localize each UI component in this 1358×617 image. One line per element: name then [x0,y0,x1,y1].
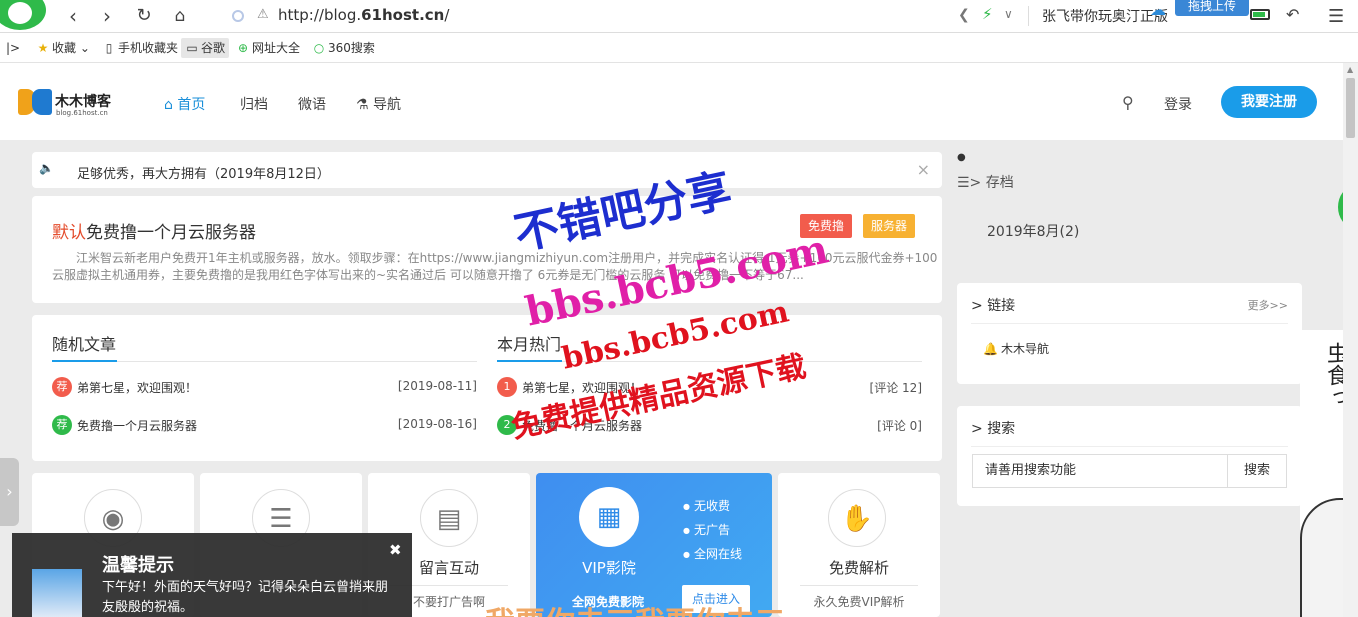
watermark-text: 我要你去三我要你去三 [485,598,785,617]
widget-heading: > 链接 [971,298,1016,314]
bookmarks-bar: |> ★收藏 ⌄ ▯手机收藏夹 ▭谷歌 ⊕网址大全 ○360搜索 A+ ⚲ ▩ … [0,33,1358,89]
list-item[interactable]: 荐 免费撸一个月云服务器 [2019-08-16] [52,400,477,438]
popup-body: 下午好！外面的天气好吗？记得朵朵白云曾捎来朋友殷殷的祝福。 [102,580,389,615]
share-icon[interactable]: ❮ [958,7,970,23]
bookmark-mobile[interactable]: ▯ 手机收藏夹 [102,38,178,58]
bookmark-hao[interactable]: ⊕ 网址大全 [236,38,300,58]
scrollbar[interactable] [1343,63,1358,617]
menu-icon[interactable]: ☰ [1328,6,1344,27]
home-icon[interactable]: ⌂ [169,5,191,27]
post-badge[interactable]: 服务器 [863,214,916,238]
forward-icon[interactable]: › [96,5,118,27]
link-item[interactable]: 🔔 木木导航 [983,340,1049,357]
comment-count: [评论 0] [877,419,922,433]
divider [1028,6,1029,26]
bookmark-search360[interactable]: ○ 360搜索 [312,38,375,58]
search-icon[interactable]: ⚲ [1122,93,1134,112]
post-date: [2019-08-16] [397,417,477,431]
film-icon: ▦ [579,487,639,547]
back-icon[interactable]: ‹ [62,5,84,27]
popup-image [32,569,82,617]
tile-desc: 永久免费VIP解析 [813,595,905,609]
notice-text: 足够优秀，再大方拥有（2019年8月12日） [77,167,330,182]
tile-name: VIP影院 [582,559,636,577]
register-button[interactable]: 我要注册 [1221,86,1317,118]
archive-item[interactable]: 2019年8月(2) [987,221,1079,241]
scrollbar-thumb[interactable] [1346,78,1355,138]
thumbs-up-icon: ✋ [828,489,886,547]
section-heading: 随机文章 [52,331,477,362]
reload-icon[interactable]: ↻ [133,5,155,27]
post-date: [2019-08-11] [397,379,477,393]
post-title[interactable]: 默认免费撸一个月云服务器 [52,218,256,243]
undo-icon[interactable]: ↶ [1286,5,1299,24]
bell-icon: 🔔 [983,342,998,356]
feature-item: 无广告 [683,521,730,538]
nav-home[interactable]: ⌂ 首页 [164,94,205,114]
scroll-up-icon[interactable]: ▲ [1347,65,1353,74]
links-widget: > 链接 更多>> 🔔 木木导航 [957,283,1302,384]
speed-mode-icon[interactable]: ⚡ [982,5,993,23]
feature-item: 无收费 [683,497,730,514]
left-expand-tab[interactable]: › [0,458,19,526]
speaker-icon: 🔈 [39,161,54,175]
close-icon[interactable]: ✖ [389,541,402,559]
site-info-icon[interactable] [232,10,244,22]
bookmark-google[interactable]: ▭ 谷歌 [181,38,230,58]
cloud-icon[interactable]: ☁ [1150,0,1172,20]
post-link[interactable]: 免费撸一个月云服务器 [77,417,197,434]
browser-toolbar: ‹ › ↻ ⌂ ⚠ http://blog.61host.cn/ ❮ ⚡ ∨ 张… [0,0,1358,33]
notice-bar: 🔈 足够优秀，再大方拥有（2019年8月12日） × [32,152,942,188]
rank-badge: 1 [497,377,517,397]
brand-logo-icon[interactable] [18,89,52,115]
search-input[interactable]: 请善用搜索功能 [972,454,1228,488]
bullet: ● [957,152,966,163]
post-lists: 随机文章 荐 弟第七星，欢迎围观！ [2019-08-11] 荐 免费撸一个月云… [32,315,942,461]
comment-count: [评论 12] [869,381,922,395]
document-icon: ▤ [420,489,478,547]
sidebar-toggle-icon[interactable]: |> [6,38,20,58]
search-widget: > 搜索 请善用搜索功能 搜索 [957,406,1302,506]
bookmark-favorites[interactable]: ★ 收藏 ⌄ [36,38,90,58]
browser-logo-icon[interactable] [0,0,46,30]
insecure-icon[interactable]: ⚠ [257,7,269,22]
search-button[interactable]: 搜索 [1227,454,1287,488]
nav-archive[interactable]: 归档 [240,94,268,114]
rank-badge: 荐 [52,415,72,435]
login-link[interactable]: 登录 [1164,94,1192,114]
tile-vip-cinema[interactable]: ▦ VIP影院 无收费 无广告 全网在线 全网免费影院 点击进入 [536,473,772,617]
list-item[interactable]: 荐 弟第七星，欢迎围观！ [2019-08-11] [52,362,477,400]
nav-microblog[interactable]: 微语 [298,94,326,114]
brand-name[interactable]: 木木博客 [55,91,111,111]
rank-badge: 荐 [52,377,72,397]
nav-navigation[interactable]: ⚗ 导航 [356,94,401,114]
upload-button[interactable]: 拖拽上传 [1175,0,1249,16]
widget-heading: > 搜索 [971,421,1016,437]
address-field[interactable]: http://blog.61host.cn/ [278,6,449,24]
feature-item: 全网在线 [683,545,742,562]
tile-free-parse[interactable]: ✋ 免费解析 永久免费VIP解析 [778,473,940,617]
tip-popup: 温馨提示 下午好！外面的天气好吗？记得朵朵白云曾捎来朋友殷殷的祝福。 ✖ [12,533,412,617]
popup-title: 温馨提示 [102,555,174,576]
brand-subtitle: blog.61host.cn [56,109,108,117]
close-icon[interactable]: × [917,160,930,179]
more-link[interactable]: 更多>> [1248,297,1288,313]
tile-name: 免费解析 [828,559,889,577]
post-link[interactable]: 弟第七星，欢迎围观！ [77,379,197,396]
archive-heading: ☰> 存档 [957,175,1014,191]
battery-icon[interactable] [1250,9,1270,20]
random-posts: 随机文章 荐 弟第七星，欢迎围观！ [2019-08-11] 荐 免费撸一个月云… [52,331,477,438]
chevron-down-icon[interactable]: ∨ [1004,7,1013,21]
